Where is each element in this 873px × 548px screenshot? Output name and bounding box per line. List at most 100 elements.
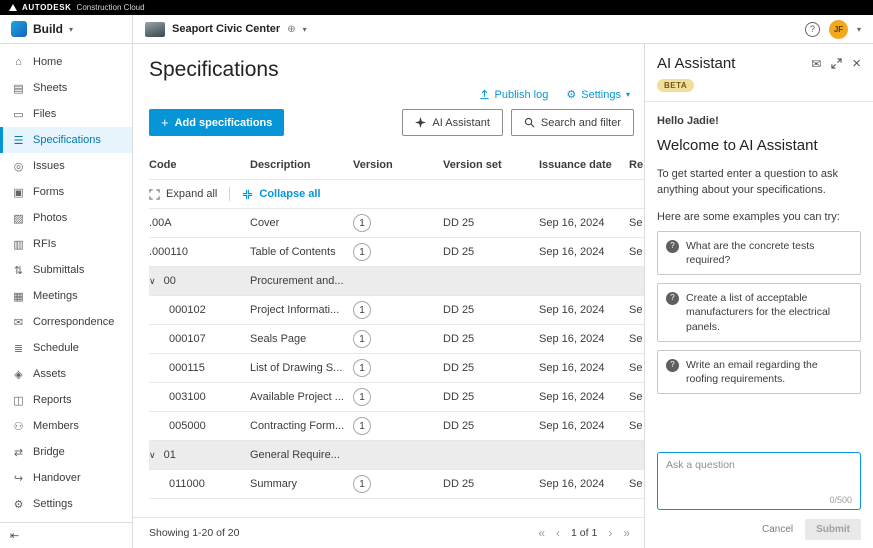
search-filter-button[interactable]: Search and filter — [511, 109, 634, 136]
sidebar-item-photos[interactable]: ▨Photos — [0, 205, 132, 231]
utility-row: Publish log ⚙ Settings ▾ — [149, 88, 630, 101]
sidebar-item-label: Settings — [33, 498, 73, 510]
cancel-button[interactable]: Cancel — [762, 524, 793, 535]
sidebar-item-assets[interactable]: ◈Assets — [0, 361, 132, 387]
project-selector[interactable]: Seaport Civic Center ⊕ ▾ — [133, 15, 319, 43]
publish-log-button[interactable]: Publish log — [479, 89, 549, 101]
spec-version-set-cell: DD 25 — [443, 217, 539, 229]
sidebar-item-label: Bridge — [33, 446, 65, 458]
column-header-review[interactable]: Re — [629, 159, 644, 171]
sidebar-item-meetings[interactable]: ▦Meetings — [0, 283, 132, 309]
close-icon[interactable]: × — [852, 56, 861, 71]
spec-row[interactable]: .00ACover1DD 25Sep 16, 2024Se — [149, 209, 644, 238]
spec-version-cell: 1 — [353, 243, 443, 261]
sidebar-item-specifications[interactable]: ☰Specifications — [0, 127, 132, 153]
spec-code-cell: .000110 — [149, 246, 250, 258]
ai-assistant-button[interactable]: AI Assistant — [402, 109, 502, 136]
product-menu[interactable]: Build ▾ — [0, 15, 133, 43]
last-page-icon[interactable]: » — [623, 526, 630, 540]
sidebar-item-settings[interactable]: ⚙Settings — [0, 491, 132, 517]
sidebar-item-label: Home — [33, 56, 62, 68]
expand-panel-icon[interactable] — [831, 58, 842, 69]
sidebar-item-files[interactable]: ▭Files — [0, 101, 132, 127]
spec-description-cell: Project Informati... — [250, 304, 353, 316]
avatar[interactable]: JF — [829, 20, 848, 39]
example-prompt-text: Write an email regarding the roofing req… — [686, 358, 852, 386]
feedback-envelope-icon[interactable]: ✉ — [811, 58, 821, 70]
ask-question-box[interactable]: 0/500 — [657, 452, 861, 510]
spec-review-cell: Se — [629, 478, 644, 490]
divider — [645, 101, 873, 102]
sidebar-item-label: Submittals — [33, 264, 84, 276]
example-prompt-card[interactable]: ?Create a list of acceptable manufacture… — [657, 283, 861, 342]
spec-row[interactable]: 000102Project Informati...1DD 25Sep 16, … — [149, 296, 644, 325]
sidebar-item-home[interactable]: ⌂Home — [0, 49, 132, 75]
app-header: Build ▾ Seaport Civic Center ⊕ ▾ ? JF ▾ — [0, 15, 873, 44]
assistant-welcome: Welcome to AI Assistant — [657, 137, 861, 154]
spec-row[interactable]: 003100Available Project ...1DD 25Sep 16,… — [149, 383, 644, 412]
example-prompt-card[interactable]: ?What are the concrete tests required? — [657, 231, 861, 275]
settings-menu-button[interactable]: ⚙ Settings ▾ — [566, 88, 630, 101]
help-icon[interactable]: ? — [805, 22, 820, 37]
spec-version-set-cell: DD 25 — [443, 391, 539, 403]
column-header-issuance-date[interactable]: Issuance date — [539, 159, 629, 171]
spec-row[interactable]: .000110Table of Contents1DD 25Sep 16, 20… — [149, 238, 644, 267]
sidebar-item-bridge[interactable]: ⇄Bridge — [0, 439, 132, 465]
sidebar-item-schedule[interactable]: ≣Schedule — [0, 335, 132, 361]
sidebar-item-label: Sheets — [33, 82, 67, 94]
sidebar-item-rfis[interactable]: ▥RFIs — [0, 231, 132, 257]
publish-log-label: Publish log — [495, 89, 549, 101]
rfis-icon: ▥ — [12, 238, 25, 251]
first-page-icon[interactable]: « — [538, 526, 545, 540]
gear-icon: ⚙ — [566, 88, 576, 101]
caret-down-icon[interactable]: ▾ — [857, 25, 861, 34]
example-prompt-text: What are the concrete tests required? — [686, 239, 852, 267]
sidebar-item-label: Meetings — [33, 290, 78, 302]
spec-code-cell: 003100 — [149, 391, 250, 403]
photos-icon: ▨ — [12, 212, 25, 225]
sidebar-item-members[interactable]: ⚇Members — [0, 413, 132, 439]
spec-description-cell: Summary — [250, 478, 353, 490]
prev-page-icon[interactable]: ‹ — [556, 526, 560, 540]
spec-row[interactable]: 011000Summary1DD 25Sep 16, 2024Se — [149, 470, 644, 499]
assistant-intro: To get started enter a question to ask a… — [657, 167, 861, 199]
spec-section-row[interactable]: ∨01General Require... — [149, 441, 644, 470]
assistant-title: AI Assistant — [657, 55, 801, 72]
collapse-sidebar-icon[interactable]: ⇤ — [10, 529, 19, 542]
sidebar-item-forms[interactable]: ▣Forms — [0, 179, 132, 205]
spec-section-row[interactable]: ∨00Procurement and... — [149, 267, 644, 296]
spec-version-cell: 1 — [353, 417, 443, 435]
caret-down-icon: ▾ — [69, 25, 73, 34]
spec-row[interactable]: 000107Seals Page1DD 25Sep 16, 2024Se — [149, 325, 644, 354]
sidebar-item-sheets[interactable]: ▤Sheets — [0, 75, 132, 101]
actions-row: + Add specifications AI Assistant Search… — [149, 109, 634, 136]
ask-question-input[interactable] — [666, 459, 852, 495]
publish-icon — [479, 89, 490, 100]
chevron-down-icon[interactable]: ∨ — [149, 450, 156, 460]
spec-row[interactable]: 000115List of Drawing S...1DD 25Sep 16, … — [149, 354, 644, 383]
version-badge: 1 — [353, 214, 371, 232]
sidebar-item-issues[interactable]: ◎Issues — [0, 153, 132, 179]
spec-version-cell: 1 — [353, 214, 443, 232]
ai-assistant-panel: AI Assistant ✉ × BETA Hello Jadie! Welco… — [644, 44, 873, 548]
spec-row[interactable]: 005000Contracting Form...1DD 25Sep 16, 2… — [149, 412, 644, 441]
sidebar-item-handover[interactable]: ↪Handover — [0, 465, 132, 491]
collapse-all-button[interactable]: Collapse all — [242, 188, 320, 200]
expand-all-button[interactable]: Expand all — [149, 188, 217, 200]
sparkle-icon — [415, 117, 426, 128]
sidebar-item-reports[interactable]: ◫Reports — [0, 387, 132, 413]
column-header-version[interactable]: Version — [353, 159, 443, 171]
example-prompt-card[interactable]: ?Write an email regarding the roofing re… — [657, 350, 861, 394]
column-header-code[interactable]: Code — [149, 159, 250, 171]
sidebar-item-correspondence[interactable]: ✉Correspondence — [0, 309, 132, 335]
submit-button[interactable]: Submit — [805, 519, 861, 540]
chevron-down-icon[interactable]: ∨ — [149, 276, 156, 286]
add-specifications-button[interactable]: + Add specifications — [149, 109, 284, 136]
sidebar-item-label: Schedule — [33, 342, 79, 354]
column-header-version-set[interactable]: Version set — [443, 159, 539, 171]
example-prompt-text: Create a list of acceptable manufacturer… — [686, 291, 852, 334]
sidebar-item-submittals[interactable]: ⇅Submittals — [0, 257, 132, 283]
column-header-description[interactable]: Description — [250, 159, 353, 171]
next-page-icon[interactable]: › — [608, 526, 612, 540]
autodesk-brand: AUTODESK — [22, 3, 72, 12]
